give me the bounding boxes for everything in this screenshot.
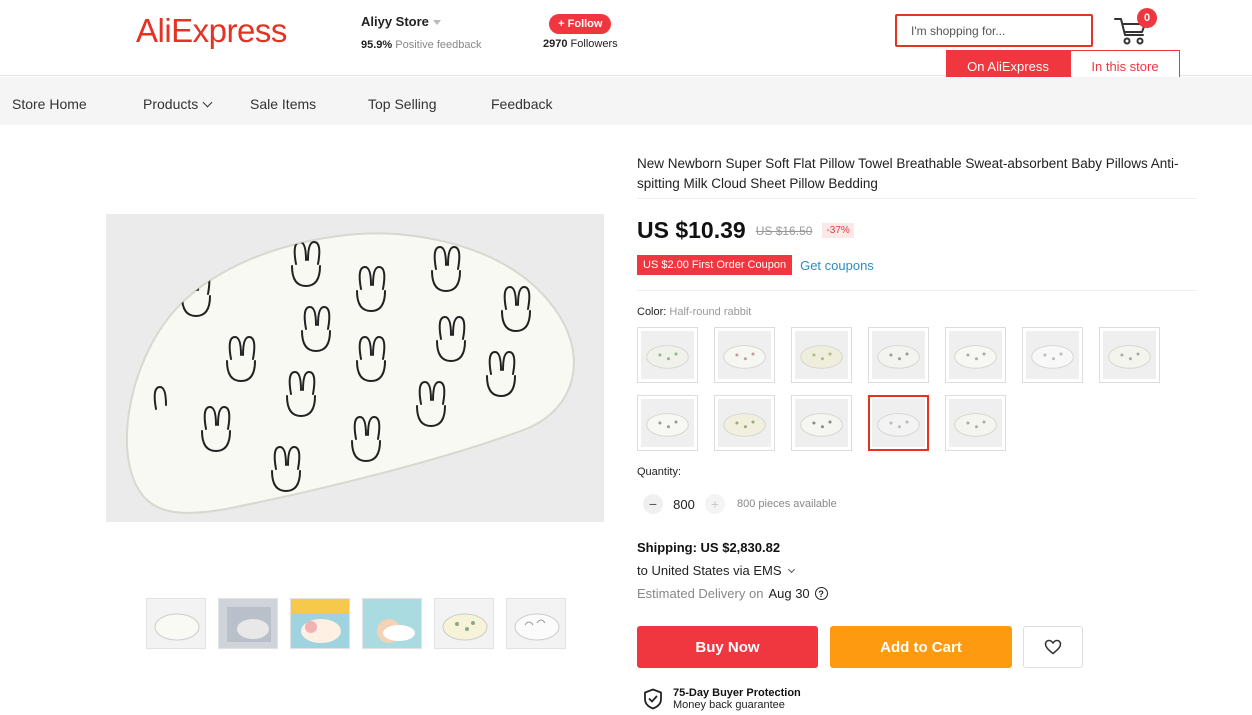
quantity-stepper: − 800 + 800 pieces available [643,494,837,514]
original-price: US $16.50 [755,223,813,238]
thumbnail-image[interactable] [146,598,206,649]
color-swatch[interactable] [714,395,775,451]
quantity-increase-button[interactable]: + [705,494,725,514]
protection-text: 75-Day Buyer Protection Money back guara… [673,687,801,711]
color-swatch[interactable] [1099,327,1160,383]
buy-now-button[interactable]: Buy Now [637,626,818,668]
thumbnail-image[interactable] [506,598,566,649]
delivery-label: Estimated Delivery on [637,586,764,601]
product-title: New Newborn Super Soft Flat Pillow Towel… [637,156,1179,191]
buyer-protection: 75-Day Buyer Protection Money back guara… [643,687,801,711]
thumbnail-image[interactable] [434,598,494,649]
followers-label: Followers [570,38,618,50]
divider [637,198,1197,199]
color-swatch[interactable] [868,395,929,451]
cart-count-badge: 0 [1137,8,1157,28]
store-name[interactable]: Aliyy Store [361,14,481,29]
stock-available: 800 pieces available [737,498,837,510]
swatch-image [1026,331,1079,379]
followers-count: 2970 Followers [543,38,618,50]
divider [637,290,1197,291]
estimated-delivery: Estimated Delivery on Aug 30 ? [637,586,828,601]
feedback-percent: 95.9% [361,39,393,51]
color-swatch[interactable] [791,327,852,383]
quantity-decrease-button[interactable]: − [643,494,663,514]
color-swatch[interactable] [1022,327,1083,383]
swatch-image [795,331,848,379]
thumbnail-image[interactable] [362,598,422,649]
swatch-image [641,399,694,447]
color-swatch[interactable] [637,395,698,451]
chevron-down-icon [787,565,795,573]
color-label: Color: Half-round rabbit [637,306,751,318]
color-swatch[interactable] [791,395,852,451]
color-swatch[interactable] [637,327,698,383]
store-name-label: Aliyy Store [361,14,429,29]
feedback-label: Positive feedback [395,39,482,51]
follow-block: + Follow 2970 Followers [543,14,618,50]
quantity-input[interactable]: 800 [671,497,697,512]
color-swatches [637,327,1197,451]
swatch-image [949,399,1002,447]
follow-button[interactable]: + Follow [549,14,612,34]
color-selected-value: Half-round rabbit [669,306,752,318]
store-info: Aliyy Store 95.9% Positive feedback [361,14,481,51]
search-placeholder: I'm shopping for... [911,23,1006,38]
shipping-cost: Shipping: US $2,830.82 [637,540,781,555]
quantity-label: Quantity: [637,466,682,478]
nav-item-sale-items[interactable]: Sale Items [250,96,316,112]
color-swatch[interactable] [868,327,929,383]
price-row: US $10.39 US $16.50 -37% [637,217,854,244]
swatch-image [641,331,694,379]
ship-to-label: to United States via EMS [637,563,782,578]
nav-item-store-home[interactable]: Store Home [12,96,87,112]
chevron-down-icon [432,20,441,25]
thumbnail-image[interactable] [218,598,278,649]
store-feedback: 95.9% Positive feedback [361,39,481,51]
first-order-coupon[interactable]: US $2.00 First Order Coupon [637,255,793,275]
thumbnail-image[interactable] [290,598,350,649]
swatch-image [949,331,1002,379]
current-price: US $10.39 [637,217,746,243]
thumbnail-strip [146,598,566,649]
swatch-image [872,331,925,379]
wishlist-button[interactable] [1023,626,1083,668]
chevron-down-icon [202,97,213,108]
protection-title: 75-Day Buyer Protection [673,687,801,699]
shield-check-icon [644,688,662,710]
color-swatch[interactable] [945,327,1006,383]
swatch-image [718,399,771,447]
store-nav: Store Home Products Sale Items Top Selli… [0,77,1252,125]
nav-item-top-selling[interactable]: Top Selling [368,96,437,112]
protection-subtitle: Money back guarantee [673,699,785,711]
nav-item-products[interactable]: Products [143,96,213,112]
swatch-image [1103,331,1156,379]
nav-item-feedback[interactable]: Feedback [491,96,552,112]
nav-item-products-label: Products [143,96,199,112]
main-product-image[interactable] [106,214,604,522]
color-swatch[interactable] [945,395,1006,451]
swatch-image [718,331,771,379]
swatch-image [872,399,925,447]
add-to-cart-button[interactable]: Add to Cart [830,626,1012,668]
swatch-image [795,399,848,447]
aliexpress-logo[interactable]: AliExpress [136,12,287,50]
heart-icon [1044,639,1062,655]
search-input[interactable]: I'm shopping for... [895,14,1093,47]
delivery-date: Aug 30 [768,586,810,601]
coupon-row: US $2.00 First Order Coupon Get coupons [637,255,874,275]
color-label-prefix: Color: [637,306,667,318]
color-swatch[interactable] [714,327,775,383]
ship-to-selector[interactable]: to United States via EMS [637,563,795,578]
followers-number: 2970 [543,38,568,50]
discount-badge: -37% [822,223,854,238]
get-coupons-link[interactable]: Get coupons [800,258,874,273]
help-icon[interactable]: ? [814,587,828,600]
